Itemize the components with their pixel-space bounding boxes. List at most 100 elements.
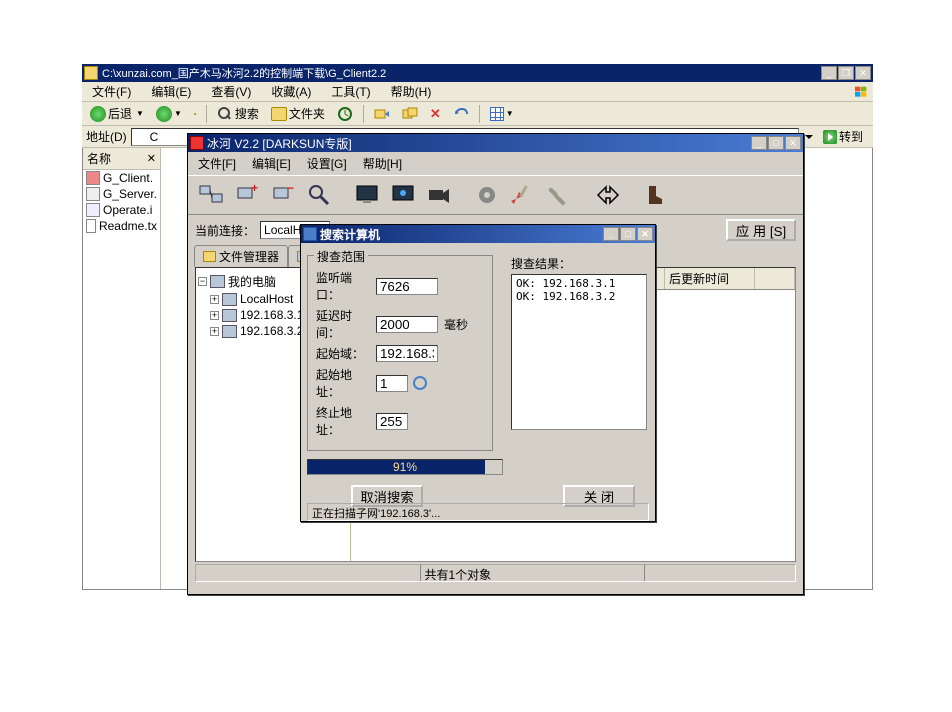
views-button[interactable]: ▼	[486, 105, 518, 123]
minimize-button[interactable]: _	[751, 136, 767, 150]
name-header[interactable]: 名称	[87, 150, 111, 167]
close-panel-icon[interactable]: ✕	[147, 152, 156, 165]
dialog-title-text: 搜索计算机	[320, 226, 603, 243]
maximize-button[interactable]: □	[768, 136, 784, 150]
file-item[interactable]: G_Server.	[83, 186, 160, 202]
expand-icon[interactable]: +	[210, 311, 219, 320]
col-time[interactable]: 后更新时间	[665, 268, 755, 289]
menu-file[interactable]: 文件[F]	[192, 154, 242, 173]
ms-unit: 毫秒	[444, 316, 468, 333]
minimize-button[interactable]: _	[821, 66, 837, 80]
tool-search[interactable]	[302, 179, 336, 211]
results-list[interactable]: OK: 192.168.3.1 OK: 192.168.3.2	[511, 274, 647, 430]
tab-file-manager[interactable]: 文件管理器	[194, 245, 288, 267]
tool-nav[interactable]	[590, 179, 624, 211]
ini-icon	[86, 203, 100, 217]
app-icon	[190, 136, 204, 150]
start-input[interactable]	[376, 375, 408, 392]
scope-group: 搜查范围 监听端口： 延迟时间：毫秒 起始域： 起始地址： 终止地址：	[307, 255, 493, 451]
restore-button[interactable]: ❐	[838, 66, 854, 80]
explorer-titlebar: C:\xunzai.com_国产木马冰河2.2的控制端下载\G_Client2.…	[82, 64, 873, 82]
exe-icon	[86, 187, 100, 201]
dialog-titlebar: 搜索计算机 _ □ ✕	[301, 225, 655, 243]
menu-view[interactable]: 查看(V)	[205, 81, 257, 102]
copy-button[interactable]	[398, 104, 422, 124]
tool-gear[interactable]	[470, 179, 504, 211]
back-icon	[90, 106, 106, 122]
tool-connect[interactable]	[194, 179, 228, 211]
tool-camera[interactable]	[422, 179, 456, 211]
tool-boot[interactable]	[638, 179, 672, 211]
tool-wrench[interactable]	[542, 179, 576, 211]
menu-tools[interactable]: 工具(T)	[325, 81, 376, 102]
folders-icon	[271, 107, 287, 121]
domain-label: 起始域：	[316, 345, 372, 362]
explorer-toolbar: 后退▼ ▼ 搜索 文件夹 ✕ ▼	[82, 102, 873, 126]
menu-edit[interactable]: 编辑[E]	[246, 154, 297, 173]
file-item[interactable]: Readme.tx	[83, 218, 160, 234]
txt-icon	[86, 219, 96, 233]
up-button[interactable]	[190, 111, 200, 117]
move-button[interactable]	[370, 104, 394, 124]
domain-input[interactable]	[376, 345, 438, 362]
start-label: 起始地址：	[316, 366, 372, 400]
folders-button[interactable]: 文件夹	[267, 103, 329, 124]
history-button[interactable]	[333, 104, 357, 124]
close-button[interactable]: ✕	[637, 227, 653, 241]
ip-lookup-icon[interactable]	[412, 375, 428, 391]
svg-text:−: −	[287, 182, 294, 195]
menu-file[interactable]: 文件(F)	[86, 81, 137, 102]
results-group: 搜查结果： OK: 192.168.3.1 OK: 192.168.3.2	[511, 255, 647, 430]
col-blank2[interactable]	[755, 268, 795, 289]
app-toolbar: + −	[188, 175, 803, 215]
expand-icon[interactable]: +	[210, 327, 219, 336]
forward-button[interactable]: ▼	[152, 104, 186, 124]
search-button[interactable]: 搜索	[213, 103, 263, 124]
history-icon	[337, 106, 353, 122]
result-item[interactable]: OK: 192.168.3.1	[516, 277, 642, 290]
delay-label: 延迟时间：	[316, 307, 372, 341]
minimize-button[interactable]: _	[603, 227, 619, 241]
move-icon	[374, 106, 390, 122]
svg-text:+: +	[251, 182, 258, 195]
menu-favorites[interactable]: 收藏(A)	[265, 81, 317, 102]
go-button[interactable]: 转到	[817, 126, 869, 147]
menu-edit[interactable]: 编辑(E)	[145, 81, 197, 102]
tool-remove[interactable]: −	[266, 179, 300, 211]
expand-icon[interactable]: +	[210, 295, 219, 304]
tool-brush[interactable]	[506, 179, 540, 211]
address-dropdown-icon[interactable]	[805, 135, 813, 139]
tool-screen-2[interactable]	[386, 179, 420, 211]
close-button[interactable]: ✕	[785, 136, 801, 150]
end-label: 终止地址：	[316, 404, 372, 438]
file-item[interactable]: G_Client.	[83, 170, 160, 186]
apply-button[interactable]: 应 用 [S]	[726, 219, 796, 241]
dialog-icon	[303, 227, 317, 241]
menu-settings[interactable]: 设置[G]	[301, 154, 353, 173]
port-input[interactable]	[376, 278, 438, 295]
menu-help[interactable]: 帮助(H)	[385, 81, 438, 102]
back-button[interactable]: 后退▼	[86, 103, 148, 124]
app-menubar: 文件[F] 编辑[E] 设置[G] 帮助[H]	[188, 152, 803, 175]
folder-icon	[203, 251, 216, 262]
delete-button[interactable]: ✕	[426, 104, 445, 124]
file-item[interactable]: Operate.i	[83, 202, 160, 218]
folder-icon	[135, 131, 147, 143]
result-item[interactable]: OK: 192.168.3.2	[516, 290, 642, 303]
up-folder-icon	[194, 113, 196, 115]
address-label: 地址(D)	[86, 128, 127, 145]
host-icon	[222, 293, 237, 306]
delay-input[interactable]	[376, 316, 438, 333]
forward-icon	[156, 106, 172, 122]
tool-add[interactable]: +	[230, 179, 264, 211]
collapse-icon[interactable]: −	[198, 277, 207, 286]
maximize-button[interactable]: □	[620, 227, 636, 241]
undo-button[interactable]	[449, 104, 473, 124]
status-left	[196, 565, 421, 581]
separator	[479, 105, 480, 123]
progress-text: 91%	[308, 460, 502, 474]
tool-screen-1[interactable]	[350, 179, 384, 211]
menu-help[interactable]: 帮助[H]	[357, 154, 408, 173]
end-input[interactable]	[376, 413, 408, 430]
close-button[interactable]: ✕	[855, 66, 871, 80]
